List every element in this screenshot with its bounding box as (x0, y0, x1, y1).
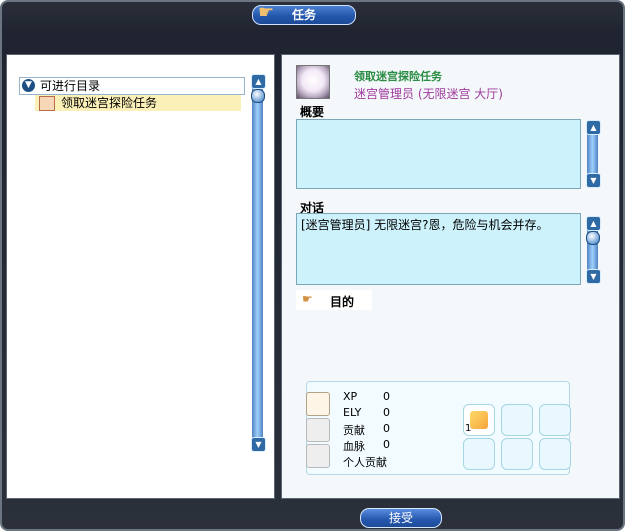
stat-ely-value: 0 (383, 406, 390, 419)
stat-xp-value: 0 (383, 390, 390, 403)
item-slot-6[interactable] (539, 438, 571, 470)
scroll-thumb[interactable] (586, 231, 600, 245)
tree-root[interactable]: ▼ 可进行目录 (19, 77, 245, 95)
npc-avatar (296, 65, 330, 99)
item-count: 1 (465, 423, 472, 434)
scroll-down-button[interactable]: ▼ (586, 173, 601, 188)
hand-icon: ☛ (258, 2, 275, 23)
goal-row: ☛ 目的 (296, 290, 372, 310)
item-slot-3[interactable] (539, 404, 571, 436)
reward-tab-chest-alt2[interactable] (306, 444, 330, 468)
summary-scrollbar[interactable]: ▲ ▼ (586, 120, 601, 188)
reward-tab-chest-alt[interactable] (306, 418, 330, 442)
stat-contrib: 贡献 (343, 424, 365, 437)
window-title: 任务 (291, 8, 316, 22)
quest-detail-panel: 领取迷宫探险任务 迷宫管理员 (无限迷宫 大厅) 概要 ▲ ▼ 对话 [迷宫管理… (281, 54, 620, 499)
scroll-down-button[interactable]: ▼ (251, 437, 266, 452)
scroll-down-button[interactable]: ▼ (586, 269, 601, 284)
stat-bloodline: 血脉 (343, 440, 365, 453)
scroll-up-button[interactable]: ▲ (586, 216, 601, 231)
tree-root-label: 可进行目录 (40, 79, 101, 93)
stat-personal: 个人贡献 (343, 456, 387, 469)
npc-location: 迷宫管理员 (无限迷宫 大厅) (354, 87, 503, 101)
item-slot-5[interactable] (501, 438, 533, 470)
reward-tab-chest[interactable] (306, 392, 330, 416)
accept-button[interactable]: 接受 (360, 508, 442, 528)
dialog-textbox: [迷宫管理员] 无限迷宫?恩，危险与机会并存。 (296, 213, 581, 285)
hand-icon: ☛ (302, 292, 313, 306)
tree-item-quest[interactable]: 领取迷宫探险任务 (35, 95, 241, 111)
summary-label: 概要 (300, 105, 325, 119)
stat-xp: XP (343, 390, 358, 403)
quest-title: 领取迷宫探险任务 (354, 70, 442, 83)
item-slot-1[interactable]: 1 (463, 404, 495, 436)
dialog-scrollbar[interactable]: ▲ ▼ (586, 216, 601, 284)
gift-box-icon (470, 411, 488, 429)
scroll-up-button[interactable]: ▲ (251, 74, 266, 89)
stat-contrib-value: 0 (383, 422, 390, 435)
stat-ely: ELY (343, 406, 362, 419)
scroll-thumb[interactable] (251, 89, 265, 103)
goal-label: 目的 (330, 295, 355, 309)
left-scrollbar[interactable]: ▲ ▼ (251, 74, 266, 452)
rewards-area: XP 0 ELY 0 贡献 0 血脉 0 个人贡献 1 (306, 381, 571, 475)
dialog-text: [迷宫管理员] 无限迷宫?恩，危险与机会并存。 (301, 218, 549, 232)
reward-stats: XP 0 ELY 0 贡献 0 血脉 0 个人贡献 (343, 390, 463, 470)
item-slot-4[interactable] (463, 438, 495, 470)
tree-item-label: 领取迷宫探险任务 (61, 96, 158, 110)
summary-textbox (296, 119, 581, 189)
quest-list-panel: ▼ 可进行目录 领取迷宫探险任务 ▲ ▼ (6, 54, 275, 499)
scroll-up-button[interactable]: ▲ (586, 120, 601, 135)
item-slot-2[interactable] (501, 404, 533, 436)
stat-bloodline-value: 0 (383, 438, 390, 451)
chevron-down-icon[interactable]: ▼ (22, 79, 35, 92)
scroll-icon (39, 96, 55, 111)
